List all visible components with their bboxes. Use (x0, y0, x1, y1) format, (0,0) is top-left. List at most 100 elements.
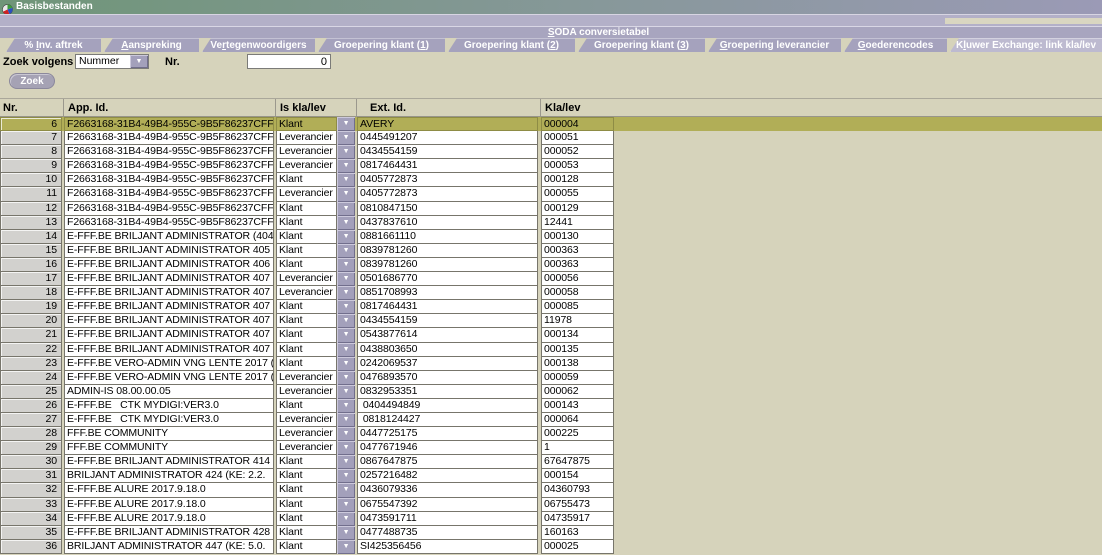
ext-id-cell[interactable]: 0476893570 (357, 371, 538, 385)
chevron-down-icon[interactable]: ▼ (337, 328, 355, 342)
tab-inv-aftrek[interactable]: % Inv. aftrek (6, 38, 101, 52)
kla-lev-cell[interactable]: 000129 (541, 202, 614, 216)
is-kla-lev-dropdown[interactable]: Klant▼ (276, 540, 355, 554)
kla-lev-cell[interactable]: 000062 (541, 385, 614, 399)
tab-groepering-klant-1[interactable]: Groepering klant (1) (318, 38, 445, 52)
app-id-cell[interactable]: E-FFF.BE BRILJANT ADMINISTRATOR 405 (64, 244, 274, 258)
chevron-down-icon[interactable]: ▼ (337, 399, 355, 413)
ext-id-cell[interactable]: 0675547392 (357, 498, 538, 512)
ext-id-cell[interactable]: 0257216482 (357, 469, 538, 483)
kla-lev-cell[interactable]: 000363 (541, 258, 614, 272)
chevron-down-icon[interactable]: ▼ (337, 385, 355, 399)
ext-id-cell[interactable]: 0810847150 (357, 202, 538, 216)
ext-id-cell[interactable]: 0404494849 (357, 399, 538, 413)
kla-lev-cell[interactable]: 000025 (541, 540, 614, 554)
kla-lev-cell[interactable]: 000055 (541, 187, 614, 201)
chevron-down-icon[interactable]: ▼ (337, 371, 355, 385)
app-id-cell[interactable]: E-FFF.BE BRILJANT ADMINISTRATOR 407 (64, 300, 274, 314)
row-nr-cell[interactable]: 35 (0, 526, 62, 540)
is-kla-lev-dropdown[interactable]: Klant▼ (276, 244, 355, 258)
ext-id-cell[interactable]: 0501686770 (357, 272, 538, 286)
is-kla-lev-dropdown[interactable]: Leverancier▼ (276, 272, 355, 286)
row-nr-cell[interactable]: 11 (0, 187, 62, 201)
chevron-down-icon[interactable]: ▼ (337, 498, 355, 512)
app-id-cell[interactable]: E-FFF.BE BRILJANT ADMINISTRATOR 414 (64, 455, 274, 469)
kla-lev-cell[interactable]: 67647875 (541, 455, 614, 469)
is-kla-lev-dropdown[interactable]: Klant▼ (276, 314, 355, 328)
is-kla-lev-dropdown[interactable]: Leverancier▼ (276, 187, 355, 201)
is-kla-lev-dropdown[interactable]: Klant▼ (276, 526, 355, 540)
chevron-down-icon[interactable]: ▼ (337, 343, 355, 357)
row-nr-cell[interactable]: 36 (0, 540, 62, 554)
kla-lev-cell[interactable]: 11978 (541, 314, 614, 328)
kla-lev-cell[interactable]: 000143 (541, 399, 614, 413)
app-id-cell[interactable]: F2663168-31B4-49B4-955C-9B5F86237CFF (64, 159, 274, 173)
tab-kluwer-exchange-link-kla-lev[interactable]: Kluwer Exchange: link kla/lev (950, 38, 1102, 52)
ext-id-cell[interactable]: 0818124427 (357, 413, 538, 427)
app-id-cell[interactable]: E-FFF.BE VERO-ADMIN VNG LENTE 2017 ( (64, 371, 274, 385)
chevron-down-icon[interactable]: ▼ (337, 413, 355, 427)
kla-lev-cell[interactable]: 000059 (541, 371, 614, 385)
app-id-cell[interactable]: E-FFF.BE VERO-ADMIN VNG LENTE 2017 ( (64, 357, 274, 371)
row-nr-cell[interactable]: 8 (0, 145, 62, 159)
row-nr-cell[interactable]: 9 (0, 159, 62, 173)
row-nr-cell[interactable]: 18 (0, 286, 62, 300)
ext-id-cell[interactable]: 0881661110 (357, 230, 538, 244)
is-kla-lev-dropdown[interactable]: Klant▼ (276, 230, 355, 244)
chevron-down-icon[interactable]: ▼ (337, 455, 355, 469)
is-kla-lev-dropdown[interactable]: Klant▼ (276, 455, 355, 469)
kla-lev-cell[interactable]: 000053 (541, 159, 614, 173)
chevron-down-icon[interactable]: ▼ (337, 187, 355, 201)
app-id-cell[interactable]: F2663168-31B4-49B4-955C-9B5F86237CFF (64, 187, 274, 201)
chevron-down-icon[interactable]: ▼ (337, 540, 355, 554)
is-kla-lev-dropdown[interactable]: Leverancier▼ (276, 131, 355, 145)
kla-lev-cell[interactable]: 000085 (541, 300, 614, 314)
kla-lev-cell[interactable]: 1 (541, 441, 614, 455)
is-kla-lev-dropdown[interactable]: Klant▼ (276, 469, 355, 483)
kla-lev-cell[interactable]: 000130 (541, 230, 614, 244)
kla-lev-cell[interactable]: 000134 (541, 328, 614, 342)
chevron-down-icon[interactable]: ▼ (337, 314, 355, 328)
is-kla-lev-dropdown[interactable]: Klant▼ (276, 117, 355, 131)
row-nr-cell[interactable]: 23 (0, 357, 62, 371)
ext-id-cell[interactable]: 0437837610 (357, 216, 538, 230)
chevron-down-icon[interactable]: ▼ (130, 55, 148, 68)
is-kla-lev-dropdown[interactable]: Klant▼ (276, 300, 355, 314)
chevron-down-icon[interactable]: ▼ (337, 145, 355, 159)
chevron-down-icon[interactable]: ▼ (337, 117, 355, 131)
ext-id-cell[interactable]: 0839781260 (357, 258, 538, 272)
is-kla-lev-dropdown[interactable]: Klant▼ (276, 343, 355, 357)
app-id-cell[interactable]: E-FFF.BE BRILJANT ADMINISTRATOR (404 (64, 230, 274, 244)
app-id-cell[interactable]: F2663168-31B4-49B4-955C-9B5F86237CFF (64, 202, 274, 216)
kla-lev-cell[interactable]: 000135 (541, 343, 614, 357)
ext-id-cell[interactable]: 0543877614 (357, 328, 538, 342)
tab-groepering-klant-2[interactable]: Groepering klant (2) (448, 38, 575, 52)
app-id-cell[interactable]: E-FFF.BE BRILJANT ADMINISTRATOR 407 (64, 314, 274, 328)
ext-id-cell[interactable]: 0817464431 (357, 159, 538, 173)
is-kla-lev-dropdown[interactable]: Klant▼ (276, 399, 355, 413)
ext-id-cell[interactable]: 0473591711 (357, 512, 538, 526)
ext-id-cell[interactable]: 0832953351 (357, 385, 538, 399)
ext-id-cell[interactable]: AVERY (357, 117, 538, 131)
chevron-down-icon[interactable]: ▼ (337, 427, 355, 441)
chevron-down-icon[interactable]: ▼ (337, 131, 355, 145)
row-nr-cell[interactable]: 31 (0, 469, 62, 483)
app-id-cell[interactable]: F2663168-31B4-49B4-955C-9B5F86237CFF (64, 117, 274, 131)
app-id-cell[interactable]: BRILJANT ADMINISTRATOR 424 (KE: 2.2. (64, 469, 274, 483)
chevron-down-icon[interactable]: ▼ (337, 244, 355, 258)
is-kla-lev-dropdown[interactable]: Klant▼ (276, 483, 355, 497)
row-nr-cell[interactable]: 26 (0, 399, 62, 413)
chevron-down-icon[interactable]: ▼ (337, 286, 355, 300)
chevron-down-icon[interactable]: ▼ (337, 230, 355, 244)
app-id-cell[interactable]: E-FFF.BE BRILJANT ADMINISTRATOR 407 (64, 328, 274, 342)
kla-lev-cell[interactable]: 160163 (541, 526, 614, 540)
ext-id-cell[interactable]: 0867647875 (357, 455, 538, 469)
app-id-cell[interactable]: BRILJANT ADMINISTRATOR 447 (KE: 5.0. (64, 540, 274, 554)
chevron-down-icon[interactable]: ▼ (337, 216, 355, 230)
is-kla-lev-dropdown[interactable]: Leverancier▼ (276, 159, 355, 173)
row-nr-cell[interactable]: 20 (0, 314, 62, 328)
kla-lev-cell[interactable]: 06755473 (541, 498, 614, 512)
app-id-cell[interactable]: F2663168-31B4-49B4-955C-9B5F86237CFF (64, 173, 274, 187)
is-kla-lev-dropdown[interactable]: Leverancier▼ (276, 427, 355, 441)
chevron-down-icon[interactable]: ▼ (337, 441, 355, 455)
